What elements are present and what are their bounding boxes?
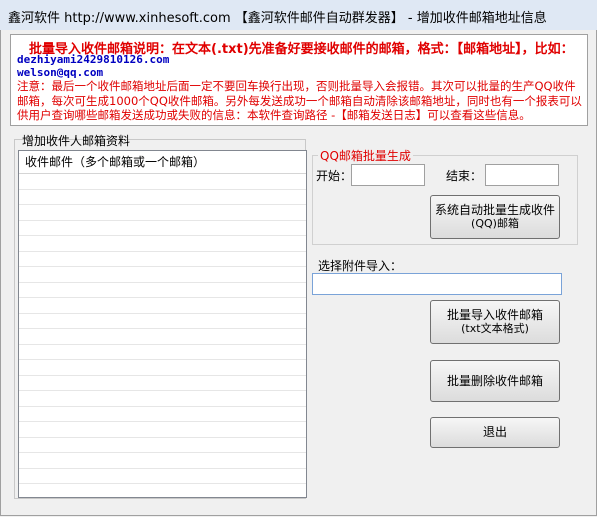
list-row[interactable] (19, 360, 306, 376)
window-title: 鑫河软件 http://www.xinhesoft.com 【鑫河软件邮件自动群… (8, 11, 547, 26)
list-row[interactable] (19, 252, 306, 267)
qq-generate-group-label: QQ邮箱批量生成 (318, 147, 413, 164)
instructions-note: 注意：最后一个收件邮箱地址后面一定不要回车换行出现，否则批量导入会报错。其次可以… (17, 79, 582, 122)
end-input[interactable] (485, 164, 559, 186)
example-email-2: welson@qq.com (17, 66, 104, 79)
list-row[interactable] (19, 205, 306, 221)
exit-button[interactable]: 退出 (430, 417, 560, 448)
delete-recipients-button[interactable]: 批量删除收件邮箱 (430, 360, 560, 402)
list-row[interactable] (19, 236, 306, 252)
generate-qq-emails-label-2: (QQ)邮箱 (471, 217, 519, 230)
list-row[interactable] (19, 221, 306, 236)
list-row[interactable] (19, 438, 306, 453)
column-header-recipient-email[interactable]: 收件邮件（多个邮箱或一个邮箱） (19, 151, 306, 174)
list-row[interactable] (19, 422, 306, 438)
recipients-list[interactable]: 收件邮件（多个邮箱或一个邮箱） (18, 150, 307, 498)
list-row[interactable] (19, 407, 306, 422)
list-row[interactable] (19, 329, 306, 345)
list-row[interactable] (19, 469, 306, 484)
list-row[interactable] (19, 267, 306, 283)
recipients-group-label: 增加收件人邮箱资料 (22, 134, 131, 148)
import-recipients-label-1: 批量导入收件邮箱 (446, 308, 543, 322)
end-label: 结束： (446, 169, 483, 183)
import-instructions-panel: 批量导入收件邮箱说明：在文本(.txt)先准备好要接收邮件的邮箱，格式：【邮箱地… (10, 34, 588, 126)
import-recipients-button[interactable]: 批量导入收件邮箱 (txt文本格式) (430, 300, 560, 344)
start-label: 开始： (316, 169, 353, 183)
list-row[interactable] (19, 314, 306, 329)
generate-qq-emails-button[interactable]: 系统自动批量生成收件 (QQ)邮箱 (430, 195, 560, 239)
list-row[interactable] (19, 484, 306, 497)
example-email-1: dezhiyami2429810126.com (17, 53, 170, 66)
generate-qq-emails-label-1: 系统自动批量生成收件 (434, 203, 555, 217)
start-input[interactable] (351, 164, 425, 186)
attachment-label: 选择附件导入： (318, 259, 403, 273)
list-row[interactable] (19, 283, 306, 298)
list-row[interactable] (19, 174, 306, 190)
import-recipients-label-2: (txt文本格式) (461, 322, 529, 335)
attachment-input[interactable] (312, 273, 562, 295)
list-row[interactable] (19, 345, 306, 360)
list-row[interactable] (19, 190, 306, 205)
list-row[interactable] (19, 376, 306, 391)
list-row[interactable] (19, 391, 306, 407)
list-row[interactable] (19, 298, 306, 314)
list-row[interactable] (19, 453, 306, 469)
title-bar: 鑫河软件 http://www.xinhesoft.com 【鑫河软件邮件自动群… (0, 0, 597, 31)
